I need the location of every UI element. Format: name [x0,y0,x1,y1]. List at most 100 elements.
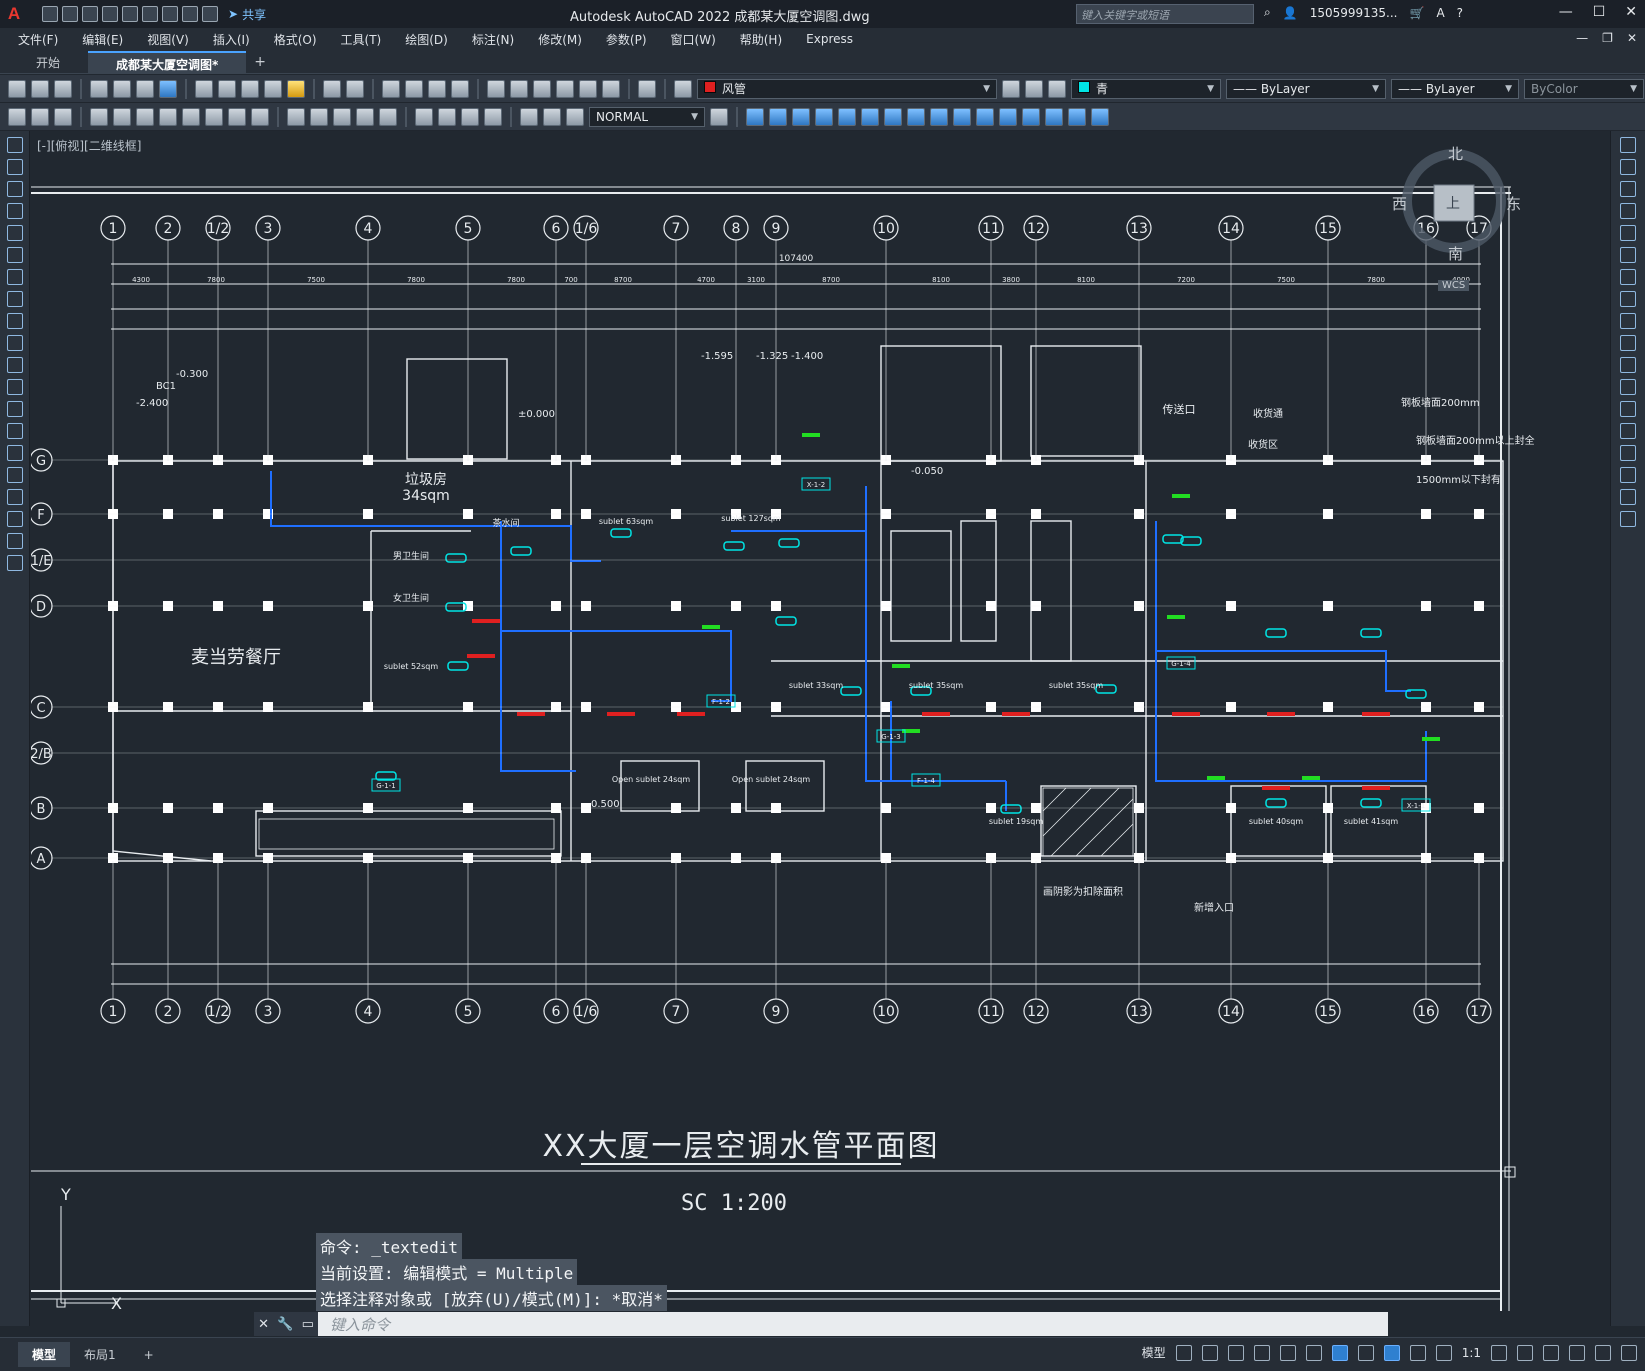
save-icon[interactable] [82,6,98,22]
polygon-icon[interactable] [6,203,23,219]
menu-format[interactable]: 格式(O) [274,31,317,48]
help-icon[interactable] [638,79,656,98]
table-icon[interactable] [6,511,23,527]
autodesk-a360-icon[interactable]: A [1436,6,1444,20]
point-icon[interactable] [6,423,23,439]
command-input[interactable]: 键入命令 [318,1314,390,1335]
tab-layout1[interactable]: 布局1 [70,1342,130,1367]
menu-tools[interactable]: 工具(T) [341,31,382,48]
viewcube-north[interactable]: 北 [1448,143,1463,164]
chamfer-icon[interactable] [1045,107,1063,126]
stretch-icon[interactable] [930,107,948,126]
undo-icon[interactable] [182,6,198,22]
dimension-style-icon[interactable] [710,107,728,126]
isodraft-icon[interactable] [1279,1344,1296,1361]
group-icon[interactable] [31,107,49,126]
copy-object-icon[interactable] [769,107,787,126]
design-center-icon[interactable] [510,79,528,98]
brush-icon[interactable] [287,79,305,98]
calculator-icon[interactable] [602,79,620,98]
viewcube-east[interactable]: 东 [1506,193,1521,214]
multiline-text-icon[interactable] [6,533,23,549]
match-properties-icon[interactable] [264,79,282,98]
dimension-space-icon[interactable] [356,107,374,126]
new-tab-button[interactable]: + [246,51,274,73]
polyline-icon[interactable] [6,181,23,197]
break-icon[interactable] [999,107,1017,126]
menu-view[interactable]: 视图(V) [147,31,189,48]
angular-icon[interactable] [251,107,269,126]
share-button[interactable]: ➤ 共享 [228,6,266,23]
draworder-icon[interactable] [8,107,26,126]
export-icon[interactable] [142,6,158,22]
new-icon[interactable] [8,79,26,98]
rectangle-icon[interactable] [6,225,23,241]
plot-icon[interactable] [162,6,178,22]
mirror-icon[interactable] [1620,181,1636,197]
rotate-icon[interactable] [1620,269,1636,285]
trim-icon[interactable] [953,107,971,126]
cart-icon[interactable]: 🛒 [1409,6,1424,20]
viewcube-west[interactable]: 西 [1392,193,1407,214]
tab-drawing[interactable]: 成都某大厦空调图* [88,51,247,73]
menu-express[interactable]: Express [806,32,853,46]
aligned-dimension-icon[interactable] [113,107,131,126]
annotation-visibility-icon[interactable] [1383,1344,1400,1361]
layer-dropdown[interactable]: 风管 ▼ [697,78,997,99]
markup-icon[interactable] [579,79,597,98]
isolate-objects-icon[interactable] [1543,1344,1559,1361]
line-icon[interactable] [6,137,23,153]
copy-icon[interactable] [1620,159,1636,175]
array-icon[interactable] [838,107,856,126]
cut-icon[interactable] [195,79,213,98]
open-icon[interactable] [31,79,49,98]
help-icon[interactable]: ? [1457,6,1463,20]
menu-modify[interactable]: 修改(M) [538,31,582,48]
ordinate-icon[interactable] [159,107,177,126]
object-snap-icon[interactable] [1331,1344,1348,1361]
menu-dimension[interactable]: 标注(N) [472,31,514,48]
continue-icon[interactable] [333,107,351,126]
join-icon[interactable] [1620,423,1636,439]
redo-icon[interactable] [346,79,364,98]
viewcube-top[interactable]: 上 [1446,193,1460,213]
trim-icon[interactable] [1620,335,1636,351]
annotation-scale-value[interactable]: 1:1 [1462,1346,1481,1360]
auto-scale-icon[interactable] [1409,1344,1426,1361]
ortho-icon[interactable] [1227,1344,1244,1361]
inspection-icon[interactable] [461,107,479,126]
viewcube[interactable]: 北 南 西 东 上 WCS [1392,141,1521,291]
erase-icon[interactable] [746,107,764,126]
dimension-update-icon[interactable] [566,107,584,126]
sheet-set-icon[interactable] [556,79,574,98]
break-at-point-icon[interactable] [1620,379,1636,395]
construction-line-icon[interactable] [6,159,23,175]
annotation-scale-icon[interactable] [1435,1344,1452,1361]
menu-edit[interactable]: 编辑(E) [82,31,123,48]
circle-icon[interactable] [6,269,23,285]
add-layout-button[interactable]: + [130,1344,168,1366]
hatch-icon[interactable] [6,445,23,461]
minimize-icon[interactable]: — [1559,4,1573,20]
offset-icon[interactable] [1620,203,1636,219]
layer-current-icon[interactable] [1002,79,1020,98]
menu-parametric[interactable]: 参数(P) [606,31,647,48]
chamfer-icon[interactable] [1620,445,1636,461]
model-space-label[interactable]: 模型 [1142,1344,1166,1361]
rotate-icon[interactable] [884,107,902,126]
lineweight-dropdown[interactable]: —— ByLayer ▼ [1391,78,1519,99]
text-style-dropdown[interactable]: NORMAL ▼ [589,106,705,127]
redo-icon[interactable] [202,6,218,22]
undo-icon[interactable] [323,79,341,98]
menu-insert[interactable]: 插入(I) [213,31,250,48]
erase-icon[interactable] [1620,137,1636,153]
user-icon[interactable]: 👤 [1283,6,1298,20]
doc-minimize-icon[interactable]: — [1576,31,1588,45]
dimension-break-icon[interactable] [379,107,397,126]
search-input[interactable]: 键入关键字或短语 [1076,4,1254,24]
plus-icon[interactable] [1517,1344,1533,1361]
zoom-window-icon[interactable] [428,79,446,98]
join-icon[interactable] [1022,107,1040,126]
baseline-icon[interactable] [310,107,328,126]
ellipse-icon[interactable] [6,335,23,351]
